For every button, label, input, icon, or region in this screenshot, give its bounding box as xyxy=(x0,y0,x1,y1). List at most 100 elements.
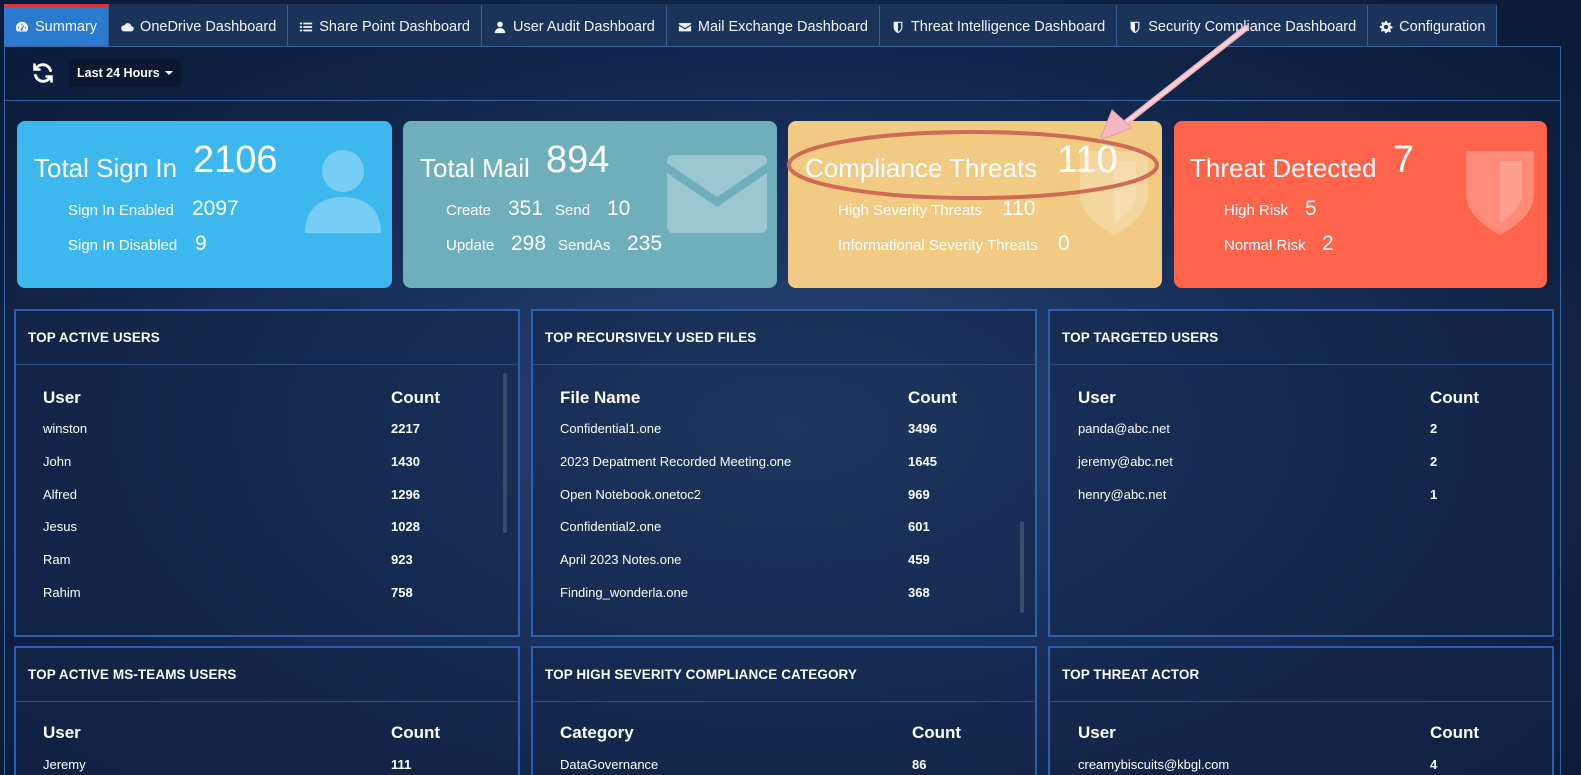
tab-security-compliance-dashboard[interactable]: Security Compliance Dashboard xyxy=(1117,4,1369,46)
list-icon xyxy=(299,20,313,34)
tab-configuration[interactable]: Configuration xyxy=(1368,4,1498,46)
high-severity-label: High Severity Threats xyxy=(838,202,982,219)
column-header-count: Count xyxy=(1430,723,1480,742)
user-cell: Jesus xyxy=(43,519,77,534)
shield-icon xyxy=(1466,151,1534,235)
count-cell: 1645 xyxy=(908,454,937,469)
table-row: Confidential1.one xyxy=(560,421,661,436)
table-row: John xyxy=(43,454,71,469)
normal-risk-label: Normal Risk xyxy=(1224,237,1306,254)
file-name-cell: Confidential2.one xyxy=(560,519,662,534)
count-cell: 86 xyxy=(912,757,926,772)
count-value: 2 xyxy=(1430,454,1438,469)
tab-label: Summary xyxy=(35,18,98,35)
count-value: 2 xyxy=(1430,421,1438,436)
scrollbar[interactable] xyxy=(503,373,507,533)
file-name-cell: Finding_wonderla.one xyxy=(560,585,688,600)
envelope-icon xyxy=(667,155,767,233)
gear-icon xyxy=(1379,20,1393,34)
count-value: 1430 xyxy=(391,454,420,469)
table-row: Open Notebook.onetoc2 xyxy=(560,487,701,502)
column-header-category: Category xyxy=(560,723,634,742)
count-cell: 1430 xyxy=(391,454,420,469)
card-total-value: 7 xyxy=(1393,139,1415,181)
card-total-value: 894 xyxy=(546,139,610,181)
panel-title: TOP ACTIVE MS-TEAMS USERS xyxy=(16,648,518,702)
panel-title: TOP ACTIVE USERS xyxy=(16,311,518,365)
sign-in-disabled-value: 9 xyxy=(195,232,207,255)
sign-in-enabled-label: Sign In Enabled xyxy=(68,202,174,219)
count-cell: 601 xyxy=(908,519,930,534)
card-total-value: 110 xyxy=(1057,139,1118,181)
table-row: Jeremy xyxy=(43,757,86,772)
card-total-mail[interactable]: Total Mail 894 Create 351 Send 10 Update… xyxy=(403,121,777,288)
tab-sharepoint-dashboard[interactable]: Share Point Dashboard xyxy=(288,4,483,46)
table-row: henry@abc.net xyxy=(1078,487,1166,502)
informational-severity-value: 0 xyxy=(1058,232,1070,255)
mail-sendas-value: 235 xyxy=(627,232,663,255)
table-row: jeremy@abc.net xyxy=(1078,454,1173,469)
refresh-icon[interactable] xyxy=(31,61,55,85)
panel-top-targeted-users: TOP TARGETED USERS User Count panda@abc.… xyxy=(1048,309,1554,637)
user-cell: winston xyxy=(43,421,88,436)
tab-mail-exchange-dashboard[interactable]: Mail Exchange Dashboard xyxy=(666,4,880,46)
scrollbar[interactable] xyxy=(1020,521,1024,613)
card-compliance-threats[interactable]: Compliance Threats 110 High Severity Thr… xyxy=(788,121,1162,288)
card-title: Threat Detected xyxy=(1190,153,1377,183)
high-severity-value: 110 xyxy=(1002,197,1036,220)
count-value: 4 xyxy=(1430,757,1438,772)
table-row: panda@abc.net xyxy=(1078,421,1170,436)
tab-user-audit-dashboard[interactable]: User Audit Dashboard xyxy=(482,4,667,46)
count-value: 1028 xyxy=(391,519,420,534)
panel-title: TOP RECURSIVELY USED FILES xyxy=(533,311,1035,365)
count-cell: 1028 xyxy=(391,519,420,534)
count-cell: 111 xyxy=(391,757,411,772)
tab-label: Threat Intelligence Dashboard xyxy=(910,18,1106,35)
user-cell: John xyxy=(43,454,72,469)
count-value: 459 xyxy=(908,552,930,567)
count-cell: 368 xyxy=(908,585,930,600)
count-value: 3496 xyxy=(908,421,937,436)
panel-top-high-severity-compliance-category: TOP HIGH SEVERITY COMPLIANCE CATEGORY Ca… xyxy=(531,646,1037,775)
card-total-value: 2106 xyxy=(193,139,278,181)
table-row: Ram xyxy=(43,552,70,567)
card-title: Compliance Threats xyxy=(805,153,1038,183)
user-cell: panda@abc.net xyxy=(1078,421,1170,436)
time-range-value: Last 24 Hours xyxy=(77,66,160,80)
high-risk-label: High Risk xyxy=(1224,202,1289,219)
tab-label: Security Compliance Dashboard xyxy=(1148,18,1357,35)
tab-label: Configuration xyxy=(1399,18,1486,35)
shield-icon xyxy=(1128,20,1142,34)
sign-in-enabled-value: 2097 xyxy=(192,197,239,220)
tab-onedrive-dashboard[interactable]: OneDrive Dashboard xyxy=(109,4,289,46)
tab-summary[interactable]: Summary xyxy=(4,4,110,46)
tab-label: Mail Exchange Dashboard xyxy=(697,18,868,35)
count-cell: 2 xyxy=(1430,454,1437,469)
column-header-count: Count xyxy=(908,388,958,407)
table-row: Alfred xyxy=(43,487,77,502)
time-range-dropdown[interactable]: Last 24 Hours xyxy=(69,59,181,87)
column-header-count: Count xyxy=(912,723,962,742)
cloud-icon xyxy=(120,20,134,34)
file-name-cell: 2023 Depatment Recorded Meeting.one xyxy=(560,454,792,469)
panel-top-recursively-used-files: TOP RECURSIVELY USED FILES File Name Cou… xyxy=(531,309,1037,637)
count-cell: 2217 xyxy=(391,421,420,436)
table-row: Rahim xyxy=(43,585,81,600)
count-value: 969 xyxy=(908,487,930,502)
column-header-user: User xyxy=(1078,723,1116,742)
tab-threat-intelligence-dashboard[interactable]: Threat Intelligence Dashboard xyxy=(879,4,1118,46)
sign-in-disabled-label: Sign In Disabled xyxy=(68,237,178,254)
user-cell: jeremy@abc.net xyxy=(1078,454,1173,469)
caret-down-icon xyxy=(164,71,173,75)
mail-send-label: Send xyxy=(555,202,591,219)
panel-top-active-users: TOP ACTIVE USERS User Count winston 2217… xyxy=(14,309,520,637)
card-total-sign-in[interactable]: Total Sign In 2106 Sign In Enabled 2097 … xyxy=(17,121,392,288)
tab-label: Share Point Dashboard xyxy=(319,18,471,35)
table-row: creamybiscuits@kbgl.com xyxy=(1078,757,1229,772)
count-cell: 1296 xyxy=(391,487,420,502)
card-threat-detected[interactable]: Threat Detected 7 High Risk 5 Normal Ris… xyxy=(1174,121,1547,288)
tab-label: User Audit Dashboard xyxy=(513,18,655,35)
panel-top-threat-actor: TOP THREAT ACTOR User Count creamybiscui… xyxy=(1048,646,1554,775)
user-cell: Ram xyxy=(43,552,71,567)
category-cell: DataGovernance xyxy=(560,757,659,772)
